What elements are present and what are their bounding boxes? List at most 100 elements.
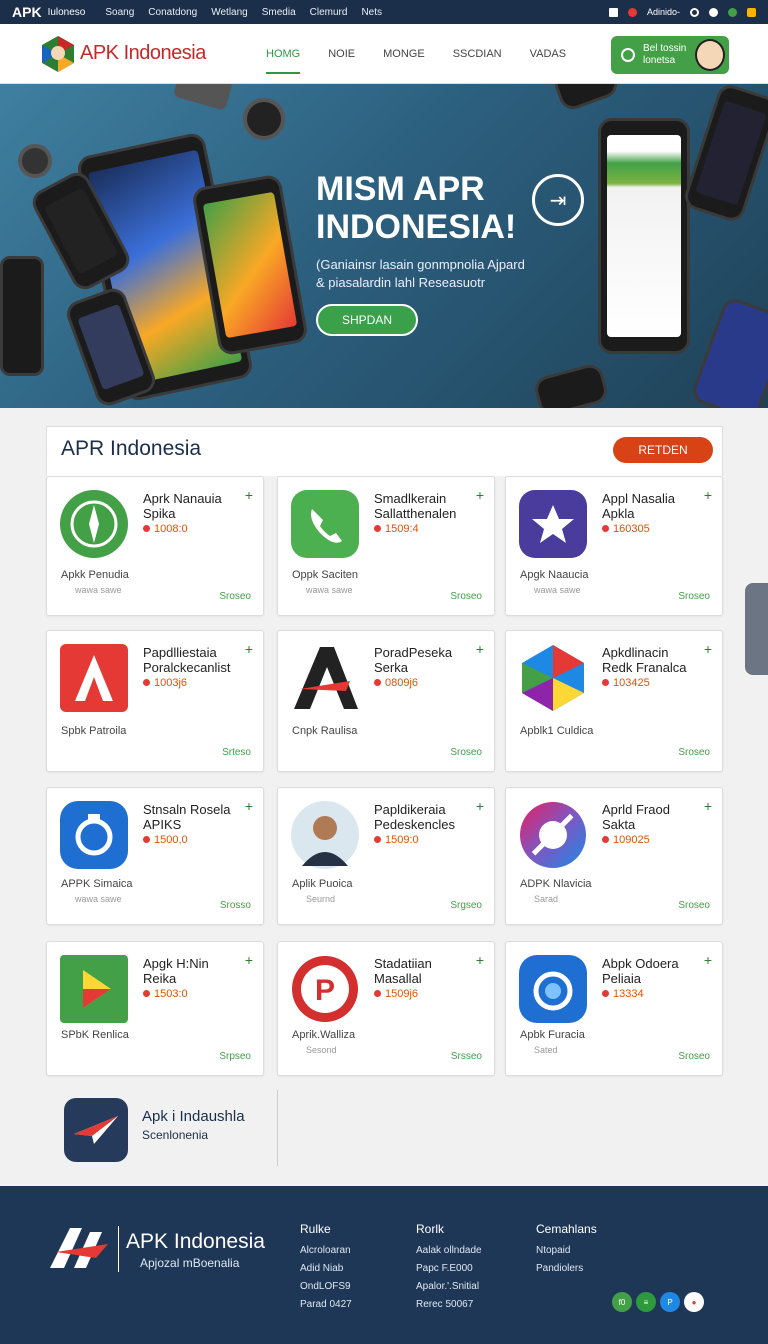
footer-column-head: Rorlk [416, 1222, 445, 1236]
app-name-line-2: Masallal [374, 971, 422, 986]
app-icon [518, 489, 588, 559]
footer-link[interactable]: Papc F.E000 [416, 1260, 482, 1278]
wifi-icon[interactable] [690, 7, 699, 17]
footer-link[interactable]: Parad 0427 [300, 1296, 352, 1314]
top-link[interactable]: Nets [361, 7, 382, 18]
panel-action-button[interactable]: RETDEN [613, 437, 713, 463]
app-action-link[interactable]: Sroseo [678, 591, 710, 602]
app-card[interactable]: Aprld Fraod Sakta +109025 ADPK Nlavicia Sara… [505, 787, 723, 925]
paper-plane-icon [64, 1098, 128, 1162]
app-name: Apgk H:Nin Reika [143, 956, 243, 986]
app-card[interactable]: Papldikeraia Pedeskencles +1509:0 Aplik Puo… [277, 787, 495, 925]
hero-download-button[interactable]: SHPDAN [316, 304, 418, 336]
account-link[interactable]: Adinido- [647, 7, 680, 17]
app-meta: wawa sawe [75, 585, 122, 595]
top-link[interactable]: Smedia [262, 7, 296, 18]
calendar-icon[interactable] [608, 7, 618, 17]
add-icon[interactable]: + [245, 952, 253, 968]
footer-divider [118, 1226, 119, 1272]
app-action-link[interactable]: Sroseo [450, 747, 482, 758]
add-icon[interactable]: + [704, 487, 712, 503]
app-icon [59, 954, 129, 1024]
add-icon[interactable]: + [245, 641, 253, 657]
nav-item[interactable]: SSCDIAN [453, 48, 502, 74]
panel-title: APR Indonesia [61, 437, 202, 460]
arrow-right-icon[interactable]: ⇥ [532, 174, 584, 226]
app-action-link[interactable]: Sroseo [678, 747, 710, 758]
share-icon[interactable] [728, 7, 737, 17]
app-action-link[interactable]: Sroseo [219, 591, 251, 602]
top-link[interactable]: Soang [105, 7, 134, 18]
app-action-link[interactable]: Sroseo [678, 1051, 710, 1062]
add-icon[interactable]: + [704, 641, 712, 657]
add-icon[interactable]: + [245, 798, 253, 814]
app-card[interactable]: Stnsaln Rosela APIKS +1500,0 APPK Simaica wa… [46, 787, 264, 925]
app-card[interactable]: Apkdlinacin Redk Franalca +103425 Apblk1 Cu… [505, 630, 723, 772]
svg-text:P: P [315, 974, 335, 1007]
hero-banner: MISM APR INDONESIA! (Ganiainsr lasain go… [0, 84, 768, 408]
logo-icon[interactable] [42, 36, 74, 72]
footer-link[interactable]: Ntopaid [536, 1242, 597, 1260]
app-card[interactable]: Abpk Odoera Peliaia +13334 Apbk Furacia Sate… [505, 941, 723, 1076]
add-icon[interactable]: + [704, 952, 712, 968]
bag-icon[interactable] [747, 7, 756, 17]
nav-item[interactable]: NOIE [328, 48, 355, 74]
pinterest-icon[interactable]: P [660, 1292, 680, 1312]
footer-column-head: Cemahlans [536, 1222, 597, 1236]
add-icon[interactable]: + [476, 798, 484, 814]
app-card[interactable]: Papdlliestaia Poralckecanlist +1003j6 Spbk … [46, 630, 264, 772]
footer-column: Rorlk Aalak ollndade Papc F.E000 Apalor.… [416, 1220, 482, 1314]
nav-item[interactable]: VADAS [530, 48, 566, 74]
app-icon [59, 643, 129, 713]
add-icon[interactable]: + [476, 952, 484, 968]
app-action-link[interactable]: Srosso [220, 900, 251, 911]
add-icon[interactable]: + [476, 641, 484, 657]
top-link[interactable]: Clemurd [310, 7, 348, 18]
footer-link[interactable]: Pandiolers [536, 1260, 597, 1278]
app-card[interactable]: Apgk H:Nin Reika +1503:0 SPbK Renlica Srpseo [46, 941, 264, 1076]
app-meta: Sarad [534, 894, 559, 904]
app-card[interactable]: P Stadatiian Masallal +1509j6 Aprik.Walliza S… [277, 941, 495, 1076]
side-feedback-tab[interactable] [745, 583, 768, 675]
app-card[interactable]: PoradPeseka Serka +0809j6 Cnpk Raulisa Srose… [277, 630, 495, 772]
logo-text[interactable]: APK Indonesia [80, 42, 206, 65]
app-action-link[interactable]: Sroseo [450, 591, 482, 602]
app-rating: 1008:0 [143, 523, 188, 535]
add-icon[interactable]: + [476, 487, 484, 503]
app-rating: 1509:0 [374, 834, 419, 846]
game-icon[interactable] [709, 7, 718, 17]
menu-icon[interactable]: ≡ [636, 1292, 656, 1312]
footer-link[interactable]: Apalor.'.Snitial [416, 1278, 482, 1296]
flag-icon[interactable] [627, 7, 637, 17]
add-icon[interactable]: + [245, 487, 253, 503]
top-link[interactable]: Wetlang [211, 7, 248, 18]
nav-item[interactable]: MONGE [383, 48, 425, 74]
featured-app-subtitle: Scenlonenia [142, 1128, 209, 1142]
footer-link[interactable]: Alcroloaran [300, 1242, 352, 1260]
footer-link[interactable]: Rerec 50067 [416, 1296, 482, 1314]
app-developer: ADPK Nlavicia [520, 878, 592, 890]
app-rating: 109025 [602, 834, 650, 846]
featured-app[interactable]: Apk i Indaushla Scenlonenia [46, 1090, 278, 1166]
app-developer: Aplik Puoica [292, 878, 353, 890]
social-icon[interactable]: f0 [612, 1292, 632, 1312]
app-action-link[interactable]: Srteso [222, 747, 251, 758]
footer-link[interactable]: Adid Niab [300, 1260, 352, 1278]
app-action-link[interactable]: Sroseo [678, 900, 710, 911]
app-action-link[interactable]: Srpseo [219, 1051, 251, 1062]
app-action-link[interactable]: Srsseo [451, 1051, 482, 1062]
footer-link[interactable]: Aalak ollndade [416, 1242, 482, 1260]
app-card[interactable]: Aprk Nanauia Spika +1008:0 Apkk Penudia wawa… [46, 476, 264, 616]
top-bar: APK Iuloneso Soang Conatdong Wetlang Sme… [0, 0, 768, 24]
top-brand[interactable]: APK [12, 4, 42, 20]
footer-link[interactable]: OndLOFS9 [300, 1278, 352, 1296]
top-link[interactable]: Conatdong [148, 7, 197, 18]
app-action-link[interactable]: Srgseo [450, 900, 482, 911]
record-icon[interactable]: ● [684, 1292, 704, 1312]
app-rating: 1500,0 [143, 834, 188, 846]
nav-home[interactable]: HOMG [266, 48, 301, 74]
app-card[interactable]: Appl Nasalia Apkla +160305 Apgk Naaucia wawa… [505, 476, 723, 616]
app-card[interactable]: Smadlkerain Sallatthenalen +1509:4 Oppk Sac… [277, 476, 495, 616]
add-icon[interactable]: + [704, 798, 712, 814]
contact-button[interactable]: Bel tossin lonetsa [611, 36, 729, 74]
